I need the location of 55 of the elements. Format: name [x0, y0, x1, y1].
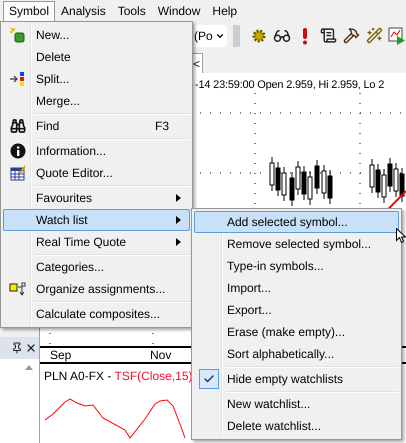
menu-item[interactable]: Delete watchlist... [194, 415, 399, 437]
axis-label: Sep [50, 347, 72, 364]
menu-item[interactable]: Sort alphabetically... [194, 343, 399, 365]
toolbar-button[interactable] [319, 26, 337, 46]
info-icon [10, 143, 26, 159]
menu-item[interactable]: Merge... [3, 90, 190, 112]
dropdown[interactable]: (Po [194, 24, 227, 46]
menu-item[interactable]: Quote Editor... [3, 162, 190, 184]
menu-bar-item[interactable]: Help [206, 0, 244, 20]
menu-item[interactable]: Favourites [3, 187, 190, 209]
menu-item[interactable]: Export... [194, 299, 399, 321]
menu-item[interactable]: Delete [3, 46, 190, 68]
checkbox[interactable] [199, 369, 219, 389]
menu-item[interactable]: Organize assignments... [3, 278, 190, 300]
shortcut-label: F3 [154, 118, 169, 135]
scroll-up-icon [25, 365, 33, 370]
binoculars-icon [10, 118, 26, 134]
wand-icon [366, 27, 382, 44]
check-icon [203, 373, 215, 385]
toolbar-button[interactable] [342, 26, 360, 46]
assign-icon [9, 281, 27, 297]
menu-item[interactable]: Watch list [3, 209, 190, 231]
toolbar-button[interactable] [388, 26, 406, 46]
chart-play-icon [388, 26, 406, 44]
close-icon [25, 342, 37, 354]
split-icon [9, 71, 27, 87]
menu-bar-item[interactable]: Analysis [55, 0, 112, 20]
alert-icon [301, 26, 309, 44]
toolbar-grip[interactable] [232, 24, 240, 46]
pin-icon [11, 342, 23, 354]
menu-item[interactable]: Erase (make empty)... [194, 321, 399, 343]
menu-bar-item[interactable]: Symbol [3, 0, 56, 20]
menu-bar-item[interactable]: Window [152, 0, 206, 20]
scroll-icon [320, 27, 336, 44]
menu-bar-item[interactable]: Tools [112, 0, 152, 20]
menu-item[interactable]: Remove selected symbol... [194, 233, 399, 255]
menu-item[interactable]: Find F3 [3, 115, 190, 137]
gear-icon [251, 28, 267, 44]
menu-item[interactable]: Type-in symbols... [194, 255, 399, 277]
menu-item[interactable]: New... [3, 24, 190, 46]
axis-label: Nov [150, 347, 172, 364]
chart-header: -14 23:59:00 Open 2.959, Hi 2.959, Lo 2 [195, 78, 384, 93]
menu-item[interactable]: Real Time Quote [3, 231, 190, 253]
menu-item[interactable]: Import... [194, 277, 399, 299]
new-icon [9, 27, 27, 43]
menu-item[interactable]: Information... [3, 140, 190, 162]
menu-item[interactable]: Hide empty watchlists [194, 368, 399, 390]
pane-title: PLN A0-FX - TSF(Close,15) [44, 368, 193, 385]
menu-item[interactable]: Add selected symbol... [194, 211, 399, 233]
menu-item[interactable]: Split... [3, 68, 190, 90]
table-edit-icon [10, 165, 26, 181]
menu-item[interactable]: Calculate composites... [3, 303, 190, 325]
menu-item[interactable]: New watchlist... [194, 393, 399, 415]
menu-item[interactable]: Categories... [3, 256, 190, 278]
hammer-icon [342, 27, 360, 44]
